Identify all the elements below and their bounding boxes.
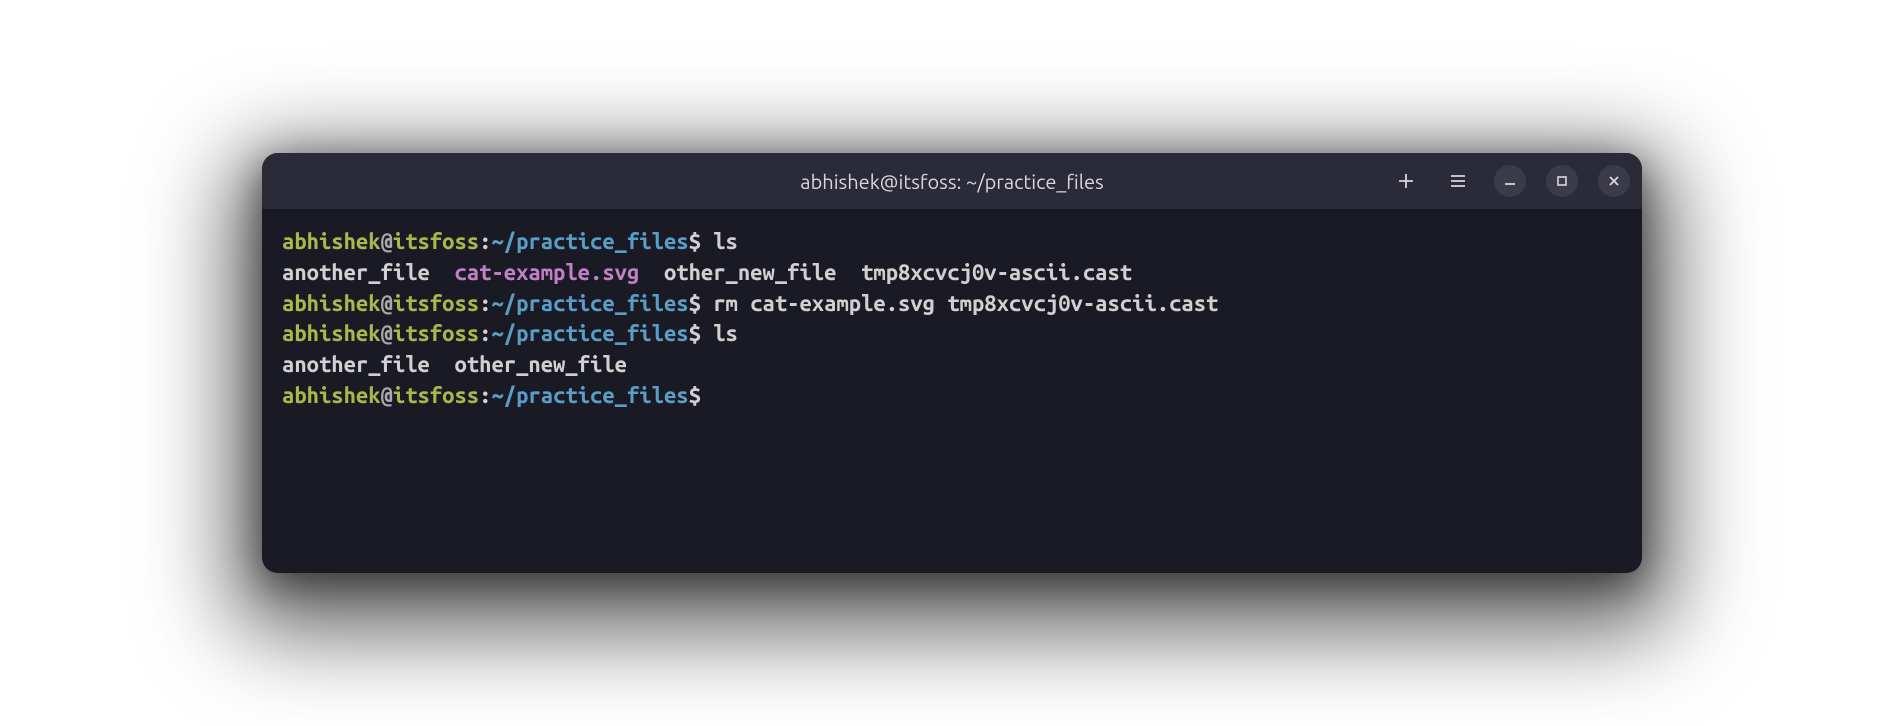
prompt-host: itsfoss: [393, 321, 479, 346]
prompt-at: @: [381, 229, 393, 254]
prompt-host: itsfoss: [393, 383, 479, 408]
prompt-dollar: $: [689, 229, 701, 254]
prompt-user: abhishek: [282, 229, 381, 254]
file-item: other_new_file: [664, 260, 836, 285]
prompt-host: itsfoss: [393, 291, 479, 316]
maximize-icon: [1555, 174, 1569, 188]
prompt-user: abhishek: [282, 383, 381, 408]
prompt-colon: :: [479, 321, 491, 346]
prompt-colon: :: [479, 229, 491, 254]
hamburger-icon: [1449, 172, 1467, 190]
prompt-path: ~/practice_files: [491, 383, 688, 408]
prompt-user: abhishek: [282, 291, 381, 316]
file-item: another_file: [282, 260, 430, 285]
file-item: other_new_file: [454, 352, 626, 377]
prompt-path: ~/practice_files: [491, 291, 688, 316]
gap: [430, 260, 455, 285]
prompt-colon: :: [479, 291, 491, 316]
prompt-dollar: $: [689, 321, 701, 346]
command-text: ls: [701, 321, 738, 346]
terminal-line: abhishek@itsfoss:~/practice_files$ rm ca…: [282, 289, 1622, 320]
prompt-host: itsfoss: [393, 229, 479, 254]
titlebar: abhishek@itsfoss: ~/practice_files: [262, 153, 1642, 209]
file-item: another_file: [282, 352, 430, 377]
command-text: ls: [701, 229, 738, 254]
minimize-button[interactable]: [1494, 165, 1526, 197]
terminal-line: abhishek@itsfoss:~/practice_files$ ls: [282, 319, 1622, 350]
terminal-window: abhishek@itsfoss: ~/practice_files: [262, 153, 1642, 573]
prompt-path: ~/practice_files: [491, 321, 688, 346]
gap: [836, 260, 861, 285]
gap: [639, 260, 664, 285]
terminal-body[interactable]: abhishek@itsfoss:~/practice_files$ ls an…: [262, 209, 1642, 573]
titlebar-controls: [1390, 165, 1630, 197]
prompt-dollar: $: [689, 383, 701, 408]
file-item: tmp8xcvcj0v-ascii.cast: [861, 260, 1132, 285]
command-text: rm cat-example.svg tmp8xcvcj0v-ascii.cas…: [701, 291, 1218, 316]
gap: [430, 352, 455, 377]
new-tab-button[interactable]: [1390, 165, 1422, 197]
plus-icon: [1397, 172, 1415, 190]
prompt-at: @: [381, 291, 393, 316]
close-icon: [1607, 174, 1621, 188]
terminal-line: abhishek@itsfoss:~/practice_files$: [282, 381, 1622, 412]
file-item: cat-example.svg: [454, 260, 639, 285]
prompt-user: abhishek: [282, 321, 381, 346]
prompt-path: ~/practice_files: [491, 229, 688, 254]
terminal-line: abhishek@itsfoss:~/practice_files$ ls: [282, 227, 1622, 258]
prompt-colon: :: [479, 383, 491, 408]
menu-button[interactable]: [1442, 165, 1474, 197]
maximize-button[interactable]: [1546, 165, 1578, 197]
prompt-at: @: [381, 321, 393, 346]
terminal-line: another_file other_new_file: [282, 350, 1622, 381]
minimize-icon: [1503, 174, 1517, 188]
close-button[interactable]: [1598, 165, 1630, 197]
terminal-line: another_file cat-example.svg other_new_f…: [282, 258, 1622, 289]
prompt-dollar: $: [689, 291, 701, 316]
prompt-at: @: [381, 383, 393, 408]
command-text: [701, 383, 713, 408]
window-title: abhishek@itsfoss: ~/practice_files: [800, 170, 1103, 193]
